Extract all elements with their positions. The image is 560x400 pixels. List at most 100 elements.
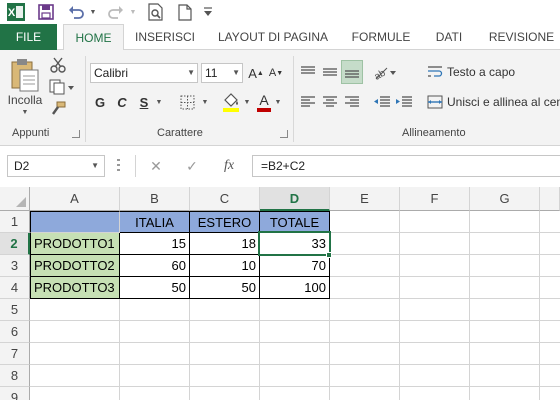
wrap-text-icon[interactable]	[426, 63, 444, 81]
cell-c4[interactable]: 50	[190, 277, 260, 299]
row-header[interactable]: 5	[0, 299, 30, 321]
align-center-icon[interactable]	[320, 92, 340, 112]
cell-a1[interactable]	[30, 211, 120, 233]
cell-a4[interactable]: PRODOTTO3	[30, 277, 120, 299]
select-all-button[interactable]	[0, 187, 30, 211]
cell-d2[interactable]: 33	[260, 233, 330, 255]
column-header[interactable]: C	[190, 187, 260, 211]
redo-dropdown-icon[interactable]: ▼	[128, 2, 138, 22]
merge-center-button[interactable]: Unisci e allinea al centro	[447, 93, 560, 111]
copy-icon[interactable]	[48, 78, 76, 96]
column-header-selected[interactable]: D	[260, 187, 330, 211]
row-header[interactable]: 8	[0, 365, 30, 387]
cell-a3[interactable]: PRODOTTO2	[30, 255, 120, 277]
row-header[interactable]: 6	[0, 321, 30, 343]
align-bottom-icon[interactable]	[341, 60, 363, 84]
cell-c3[interactable]: 10	[190, 255, 260, 277]
new-file-icon[interactable]	[176, 2, 194, 22]
font-size-select[interactable]: 11 ▼	[201, 63, 243, 83]
cell-d4[interactable]: 100	[260, 277, 330, 299]
undo-dropdown-icon[interactable]: ▼	[88, 2, 98, 22]
print-preview-icon[interactable]	[146, 2, 166, 22]
tab-inserisci[interactable]: INSERISCI	[130, 24, 200, 50]
grow-font-icon[interactable]: A ▲	[247, 63, 265, 83]
merge-center-icon[interactable]	[426, 93, 444, 111]
clipboard-launcher-icon[interactable]	[72, 130, 80, 138]
column-header[interactable]: F	[400, 187, 470, 211]
cell-d3[interactable]: 70	[260, 255, 330, 277]
quick-access-toolbar: X ▼ ▼	[0, 0, 560, 24]
align-right-icon[interactable]	[342, 92, 362, 112]
fill-color-dropdown-icon[interactable]: ▼	[242, 97, 252, 107]
group-label-clipboard: Appunti	[12, 127, 50, 139]
confirm-entry-icon[interactable]: ✓	[182, 156, 202, 176]
decrease-indent-icon[interactable]	[372, 92, 392, 112]
undo-icon[interactable]	[66, 2, 86, 22]
format-painter-icon[interactable]	[48, 100, 68, 118]
tab-layout-di-pagina[interactable]: LAYOUT DI PAGINA	[210, 24, 336, 50]
underline-dropdown-icon[interactable]: ▼	[154, 97, 164, 107]
cell-c2[interactable]: 18	[190, 233, 260, 255]
bold-button[interactable]: G	[92, 92, 108, 112]
cell-b2[interactable]: 15	[120, 233, 190, 255]
group-separator	[85, 56, 86, 142]
tab-dati[interactable]: DATI	[425, 24, 473, 50]
row-header[interactable]: 3	[0, 255, 30, 277]
cell-c1[interactable]: ESTERO	[190, 211, 260, 233]
font-color-dropdown-icon[interactable]: ▼	[273, 97, 283, 107]
align-top-icon[interactable]	[298, 62, 318, 82]
column-header[interactable]: B	[120, 187, 190, 211]
ribbon-tabs: FILE HOME INSERISCI LAYOUT DI PAGINA FOR…	[0, 24, 560, 51]
redo-icon[interactable]	[106, 2, 126, 22]
paste-dropdown-icon[interactable]: ▼	[20, 108, 30, 116]
row-header[interactable]: 7	[0, 343, 30, 365]
group-label-font: Carattere	[157, 127, 203, 139]
orientation-icon[interactable]: ab	[372, 62, 398, 82]
cell-b3[interactable]: 60	[120, 255, 190, 277]
row-header-selected[interactable]: 2	[0, 233, 30, 255]
cell-b1[interactable]: ITALIA	[120, 211, 190, 233]
save-icon[interactable]	[36, 2, 56, 22]
chevron-down-icon: ▼	[232, 68, 240, 77]
increase-indent-icon[interactable]	[394, 92, 414, 112]
font-name-select[interactable]: Calibri ▼	[90, 63, 198, 83]
column-header[interactable]: A	[30, 187, 120, 211]
chevron-down-icon: ▼	[91, 161, 99, 170]
customize-qat-icon[interactable]	[202, 2, 214, 22]
column-header[interactable]: G	[470, 187, 540, 211]
column-header[interactable]: E	[330, 187, 400, 211]
font-launcher-icon[interactable]	[280, 130, 288, 138]
name-box[interactable]: D2 ▼	[7, 155, 105, 177]
row-header[interactable]: 1	[0, 211, 30, 233]
row-header[interactable]: 9	[0, 387, 30, 400]
column-header[interactable]	[540, 187, 560, 211]
cell-a2[interactable]: PRODOTTO1	[30, 233, 120, 255]
formula-bar-grip-icon[interactable]	[117, 159, 120, 173]
borders-dropdown-icon[interactable]: ▼	[200, 97, 210, 107]
insert-function-button[interactable]: fx	[218, 156, 240, 176]
row-header[interactable]: 4	[0, 277, 30, 299]
borders-icon[interactable]	[176, 92, 198, 112]
fill-color-icon[interactable]	[220, 90, 242, 114]
wrap-text-button[interactable]: Testo a capo	[447, 63, 517, 81]
name-box-value: D2	[14, 159, 30, 173]
font-color-icon[interactable]: A	[255, 90, 273, 114]
tab-revisione[interactable]: REVISIONE	[483, 24, 560, 50]
align-left-icon[interactable]	[298, 92, 318, 112]
paste-button[interactable]: Incolla	[4, 92, 46, 108]
underline-button[interactable]: S	[136, 92, 152, 112]
tab-formule[interactable]: FORMULE	[345, 24, 417, 50]
cell-b4[interactable]: 50	[120, 277, 190, 299]
tab-home[interactable]: HOME	[63, 24, 124, 51]
excel-logo-icon: X	[6, 2, 26, 22]
shrink-font-icon[interactable]: A ▼	[267, 63, 285, 83]
formula-input[interactable]: =B2+C2	[252, 155, 560, 177]
tab-file[interactable]: FILE	[0, 24, 57, 50]
paste-icon[interactable]	[8, 56, 42, 94]
cell-d1[interactable]: TOTALE	[260, 211, 330, 233]
cut-icon[interactable]	[48, 56, 68, 74]
fill-handle[interactable]	[326, 252, 332, 258]
cancel-entry-icon[interactable]: ✕	[146, 156, 166, 176]
italic-button[interactable]: C	[114, 92, 130, 112]
align-middle-icon[interactable]	[320, 62, 340, 82]
